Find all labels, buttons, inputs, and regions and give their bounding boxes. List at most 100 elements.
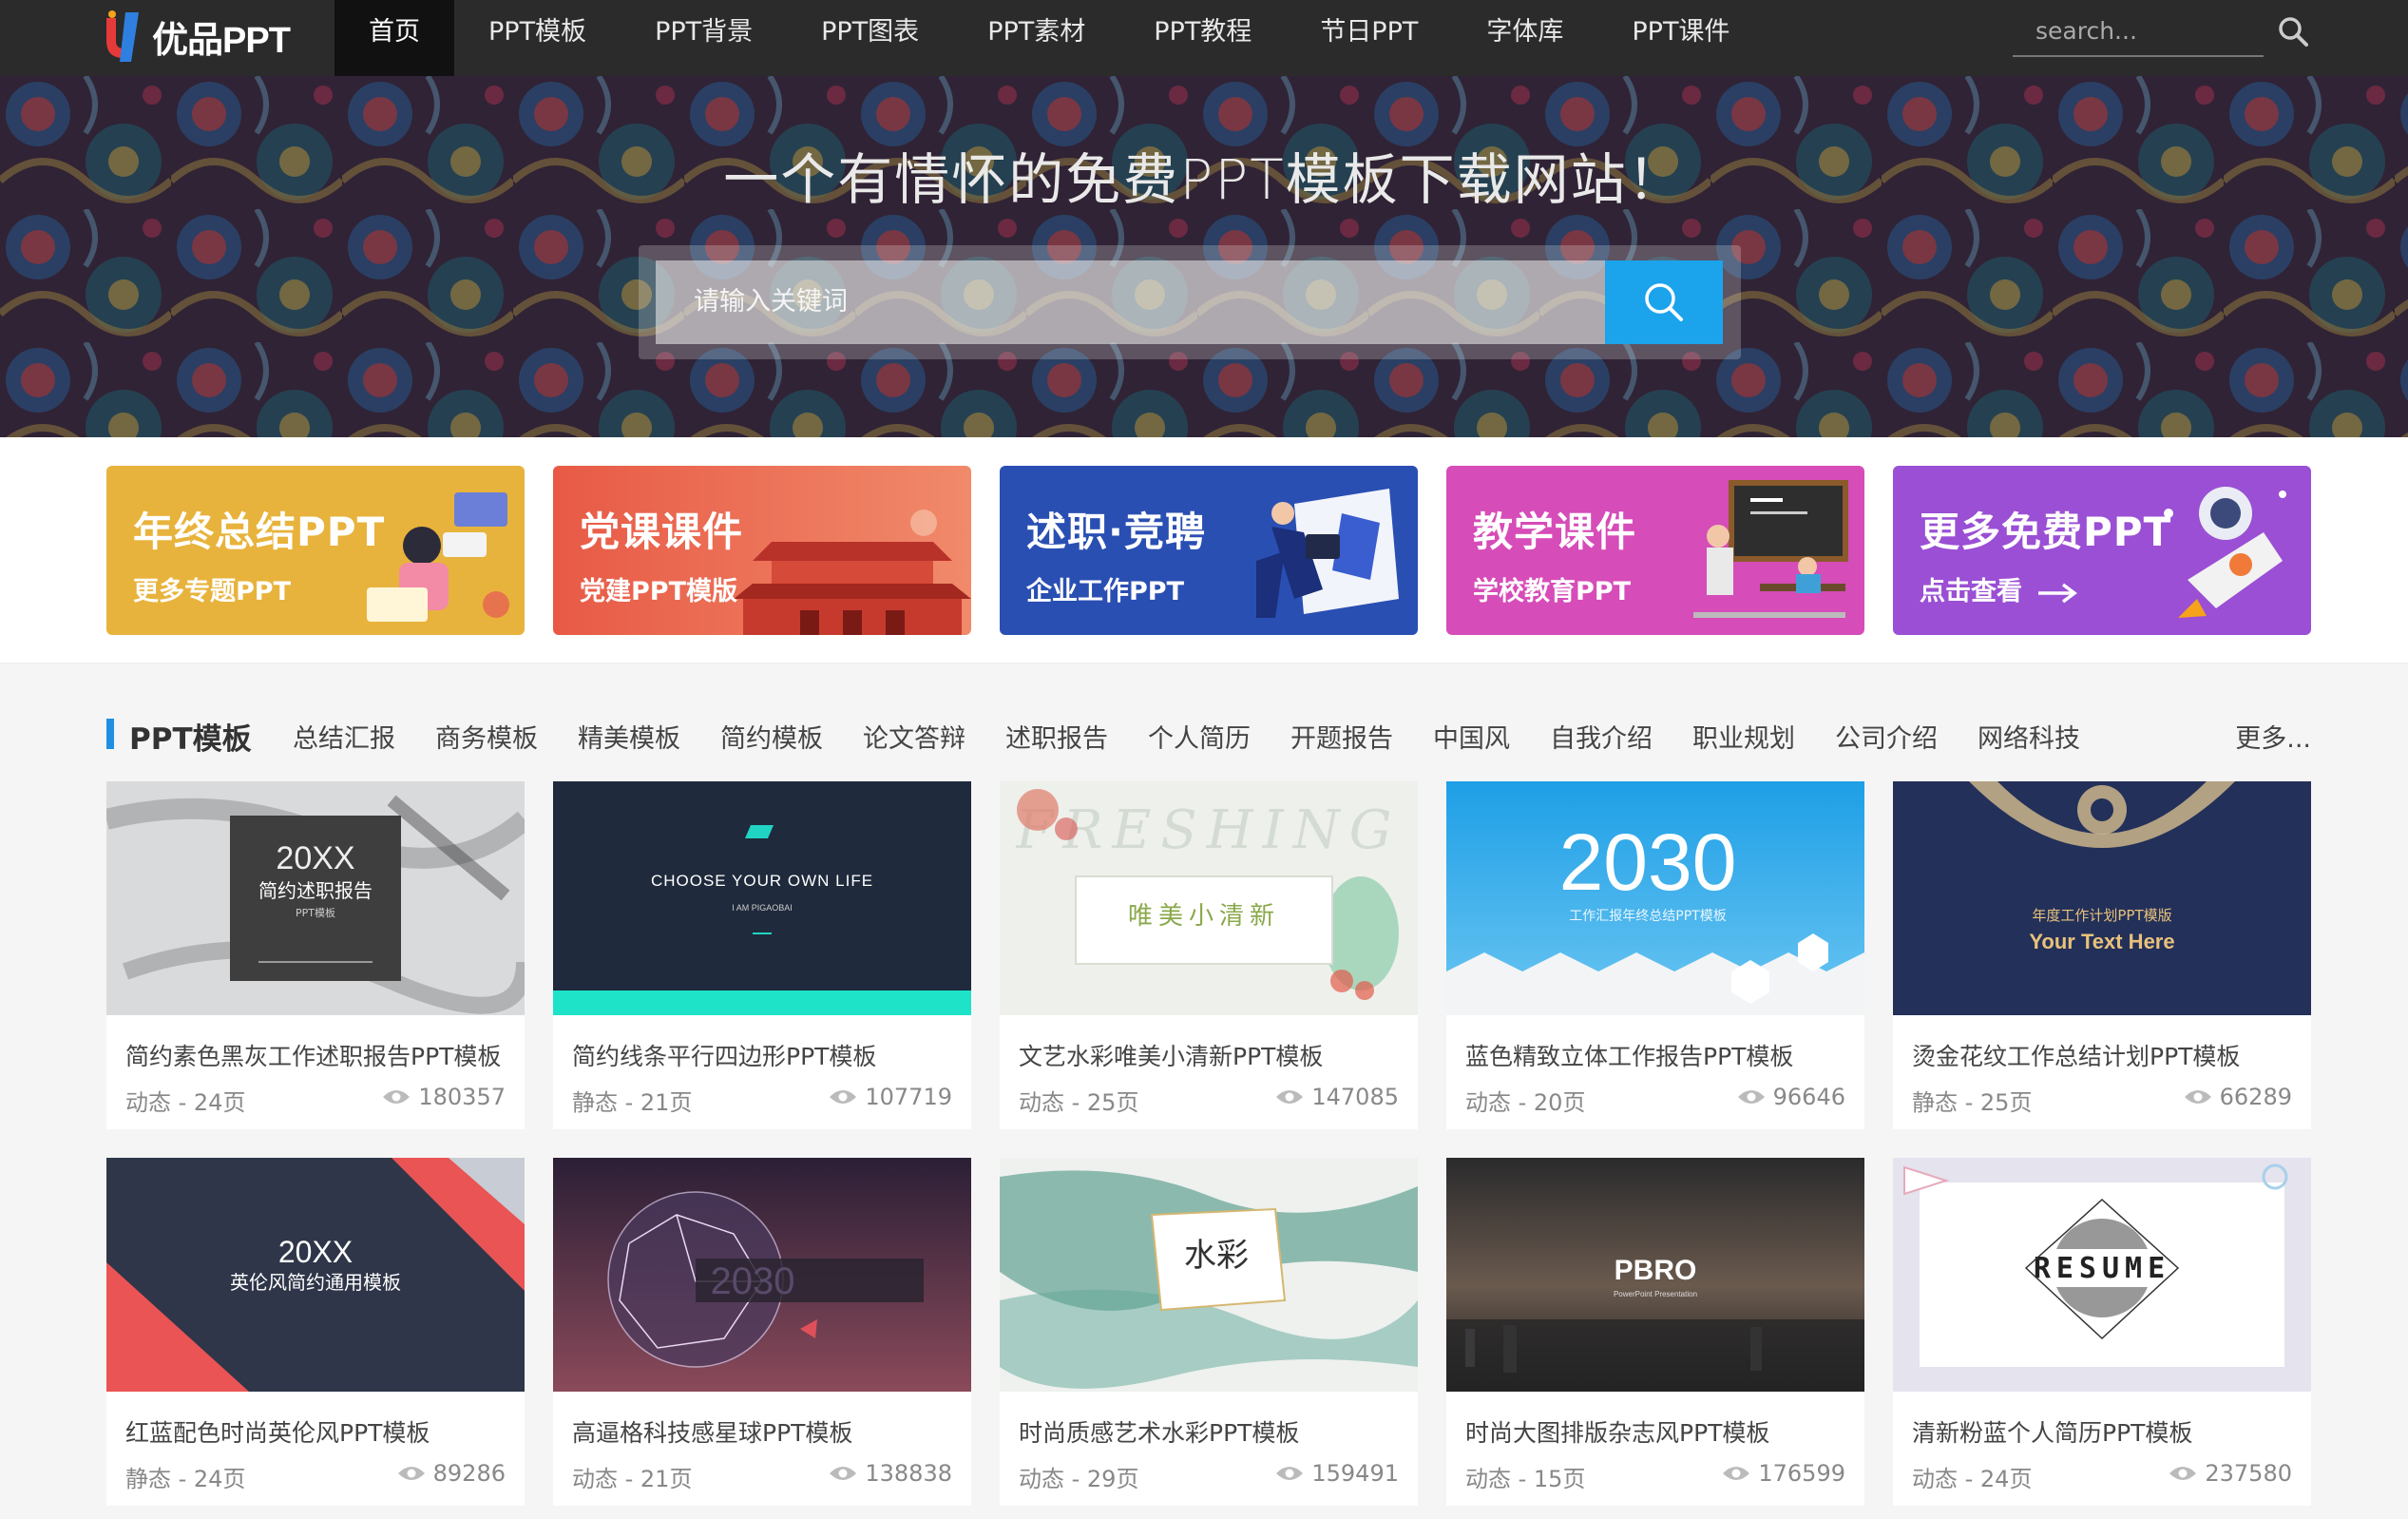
- hero-search-input[interactable]: 请输入关键词: [656, 260, 1606, 344]
- menu-item-home[interactable]: 首页: [334, 0, 454, 76]
- template-thumbnail[interactable]: 2030: [553, 1158, 971, 1392]
- logo-icon: [106, 10, 139, 62]
- card-meta: 静态 - 21页: [572, 1089, 693, 1116]
- view-count: 66289: [2219, 1084, 2292, 1110]
- view-count: 159491: [1311, 1460, 1399, 1487]
- woman-laptop-illustration: [367, 492, 509, 622]
- template-thumbnail[interactable]: 20XX 简约述职报告 PPT模板: [106, 781, 525, 1015]
- card-views: 176599: [1722, 1460, 1845, 1487]
- eye-icon: [1276, 1090, 1304, 1104]
- banner-more-free-ppt[interactable]: 更多免费PPT 点击查看: [1893, 466, 2311, 635]
- view-count: 180357: [418, 1084, 506, 1110]
- tag-self-intro[interactable]: 自我介绍: [1550, 718, 1653, 755]
- arrow-right-icon: [2038, 583, 2078, 603]
- template-thumbnail[interactable]: CHOOSE YOUR OWN LIFE I AM PIGAOBAI: [553, 781, 971, 1015]
- tag-thesis-defense[interactable]: 论文答辩: [863, 718, 965, 755]
- banner-year-end-summary[interactable]: 年终总结PPT 更多专题PPT: [106, 466, 525, 635]
- eye-icon: [1723, 1467, 1750, 1480]
- banner-party-courseware[interactable]: 党课课件 党建PPT模版: [553, 466, 971, 635]
- more-link[interactable]: 更多...: [2235, 718, 2311, 755]
- tag-exquisite[interactable]: 精美模板: [578, 718, 680, 755]
- template-card[interactable]: FRESHING 唯美小清新 文艺水彩唯美小清新PPT模板 动态 - 25页 1…: [1000, 781, 1418, 1129]
- thumb-text: 年度工作计划PPT模版: [2032, 907, 2171, 924]
- menu-item-ppt-backgrounds[interactable]: PPT背景: [621, 0, 787, 76]
- menu-item-ppt-tutorials[interactable]: PPT教程: [1119, 0, 1286, 76]
- thumb-text: 英伦风简约通用模板: [230, 1271, 401, 1294]
- template-thumbnail[interactable]: RESUME: [1893, 1158, 2311, 1392]
- template-thumbnail[interactable]: 水彩: [1000, 1158, 1418, 1392]
- eye-icon: [2169, 1467, 2197, 1480]
- card-meta: 静态 - 24页: [125, 1466, 246, 1492]
- template-thumbnail[interactable]: 年度工作计划PPT模版 Your Text Here: [1893, 781, 2311, 1015]
- menu-item-ppt-charts[interactable]: PPT图表: [787, 0, 953, 76]
- tag-job-report[interactable]: 述职报告: [1005, 718, 1108, 755]
- thumb-text: I AM PIGAOBAI: [732, 903, 793, 913]
- thumb-text: PBRO: [1615, 1255, 1697, 1286]
- card-title[interactable]: 红蓝配色时尚英伦风PPT模板: [125, 1414, 430, 1449]
- nav-search-input[interactable]: search...: [2013, 6, 2264, 57]
- template-card[interactable]: 2030 高逼格科技感星球PPT模板 动态 - 21页 138838: [553, 1158, 971, 1506]
- thumb-text: PowerPoint Presentation: [1614, 1290, 1697, 1298]
- template-thumbnail[interactable]: 2030 工作汇报年终总结PPT模板: [1446, 781, 1864, 1015]
- template-card[interactable]: CHOOSE YOUR OWN LIFE I AM PIGAOBAI 简约线条平…: [553, 781, 971, 1129]
- tag-simple[interactable]: 简约模板: [720, 718, 823, 755]
- menu-item-ppt-courseware[interactable]: PPT课件: [1597, 0, 1764, 76]
- tag-network-tech[interactable]: 网络科技: [1978, 718, 2080, 755]
- tag-proposal-report[interactable]: 开题报告: [1290, 718, 1393, 755]
- tag-company-intro[interactable]: 公司介绍: [1835, 718, 1938, 755]
- search-icon: [1645, 283, 1683, 321]
- card-title[interactable]: 简约线条平行四边形PPT模板: [572, 1038, 876, 1072]
- site-logo[interactable]: 优品PPT: [103, 6, 291, 67]
- card-meta: 动态 - 29页: [1019, 1466, 1139, 1492]
- menu-item-fonts[interactable]: 字体库: [1452, 0, 1597, 76]
- template-card[interactable]: RESUME 清新粉蓝个人简历PPT模板 动态 - 24页 237580: [1893, 1158, 2311, 1506]
- banner-subtitle: 党建PPT模版: [580, 577, 737, 606]
- card-title[interactable]: 高逼格科技感星球PPT模板: [572, 1414, 852, 1449]
- thumb-text: 工作汇报年终总结PPT模板: [1569, 909, 1726, 924]
- template-thumbnail[interactable]: 20XX 英伦风简约通用模板: [106, 1158, 525, 1392]
- template-card[interactable]: 年度工作计划PPT模版 Your Text Here 烫金花纹工作总结计划PPT…: [1893, 781, 2311, 1129]
- banner-job-report[interactable]: 述职·竞聘 企业工作PPT: [1000, 466, 1418, 635]
- banner-teaching-courseware[interactable]: 教学课件 学校教育PPT: [1446, 466, 1864, 635]
- section-header-ppt-templates: PPT模板 总结汇报 商务模板 精美模板 简约模板 论文答辩 述职报告 个人简历…: [106, 715, 2311, 759]
- card-views: 180357: [382, 1084, 506, 1110]
- banner-subtitle-text: 点击查看: [1920, 577, 2022, 606]
- eye-icon: [383, 1090, 411, 1104]
- card-title[interactable]: 烫金花纹工作总结计划PPT模板: [1912, 1038, 2240, 1072]
- view-count: 237580: [2205, 1460, 2292, 1487]
- eye-icon: [2184, 1090, 2211, 1104]
- template-card[interactable]: 水彩 时尚质感艺术水彩PPT模板 动态 - 29页 159491: [1000, 1158, 1418, 1506]
- template-card[interactable]: 20XX 简约述职报告 PPT模板 简约素色黑灰工作述职报告PPT模板 动态 -…: [106, 781, 525, 1129]
- top-nav: 优品PPT 首页 PPT模板 PPT背景 PPT图表 PPT素材 PPT教程 节…: [0, 0, 2408, 76]
- template-card[interactable]: 20XX 英伦风简约通用模板 红蓝配色时尚英伦风PPT模板 静态 - 24页 8…: [106, 1158, 525, 1506]
- banner-title: 教学课件: [1473, 509, 1637, 555]
- card-title[interactable]: 文艺水彩唯美小清新PPT模板: [1019, 1038, 1323, 1072]
- template-thumbnail[interactable]: FRESHING 唯美小清新: [1000, 781, 1418, 1015]
- tag-chinese-style[interactable]: 中国风: [1433, 718, 1510, 755]
- tag-resume[interactable]: 个人简历: [1148, 718, 1251, 755]
- template-thumbnail[interactable]: PBRO PowerPoint Presentation: [1446, 1158, 1864, 1392]
- banner-subtitle: 企业工作PPT: [1026, 577, 1184, 606]
- card-views: 107719: [829, 1084, 952, 1110]
- card-title[interactable]: 时尚质感艺术水彩PPT模板: [1019, 1414, 1299, 1449]
- card-title[interactable]: 蓝色精致立体工作报告PPT模板: [1465, 1038, 1793, 1072]
- menu-item-holiday-ppt[interactable]: 节日PPT: [1286, 0, 1452, 76]
- template-card[interactable]: PBRO PowerPoint Presentation 时尚大图排版杂志风PP…: [1446, 1158, 1864, 1506]
- banner-title: 党课课件: [580, 509, 744, 555]
- thumb-text: 2030: [1559, 817, 1737, 907]
- main-menu: 首页 PPT模板 PPT背景 PPT图表 PPT素材 PPT教程 节日PPT 字…: [334, 0, 1764, 76]
- tag-summary-report[interactable]: 总结汇报: [293, 718, 395, 755]
- hero-search-button[interactable]: [1605, 260, 1723, 344]
- thumb-text: 简约述职报告: [258, 879, 373, 902]
- menu-item-ppt-templates[interactable]: PPT模板: [454, 0, 621, 76]
- menu-item-ppt-materials[interactable]: PPT素材: [953, 0, 1119, 76]
- card-views: 138838: [829, 1460, 952, 1487]
- card-title[interactable]: 简约素色黑灰工作述职报告PPT模板: [125, 1038, 501, 1072]
- template-card[interactable]: 2030 工作汇报年终总结PPT模板 蓝色精致立体工作报告PPT模板 动态 - …: [1446, 781, 1864, 1129]
- tag-career-plan[interactable]: 职业规划: [1692, 718, 1795, 755]
- card-title[interactable]: 时尚大图排版杂志风PPT模板: [1465, 1414, 1769, 1449]
- tag-business[interactable]: 商务模板: [435, 718, 538, 755]
- hero-title: 一个有情怀的免费PPT模板下载网站！: [723, 147, 1685, 212]
- card-title[interactable]: 清新粉蓝个人简历PPT模板: [1912, 1414, 2192, 1449]
- search-icon[interactable]: [2277, 15, 2309, 48]
